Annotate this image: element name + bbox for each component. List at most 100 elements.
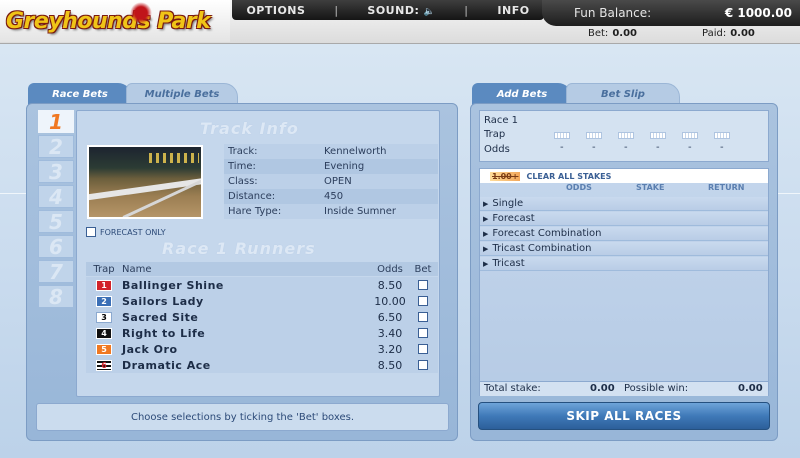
runner-odds: 3.20 bbox=[377, 342, 403, 356]
track-info-row: Class: OPEN bbox=[224, 174, 438, 189]
runner-name: Right to Life bbox=[122, 326, 206, 340]
tab-add-bets-label: Add Bets bbox=[496, 88, 548, 100]
speaker-icon: 🔈 bbox=[423, 6, 436, 17]
trap-2-icon: 2 bbox=[96, 295, 112, 307]
paid-summary: Paid: 0.00 bbox=[702, 28, 755, 39]
sound-toggle[interactable]: SOUND: 🔈 bbox=[367, 4, 435, 17]
expand-arrow-icon: ▶ bbox=[483, 259, 489, 268]
runner-bet-checkbox[interactable] bbox=[418, 360, 428, 370]
bet-type-label: Tricast bbox=[492, 258, 525, 269]
bet-type-label: Single bbox=[492, 198, 524, 209]
paid-value: 0.00 bbox=[730, 28, 755, 39]
runner-name: Ballinger Shine bbox=[122, 278, 224, 292]
runners-title: Race 1 Runners bbox=[162, 239, 316, 258]
paid-label: Paid: bbox=[702, 28, 727, 39]
track-info-key: Time: bbox=[228, 161, 256, 172]
bet-type-single[interactable]: ▶ Single bbox=[480, 197, 768, 211]
col-odds-header: ODDS bbox=[566, 183, 592, 192]
bet-types-area: 1.00+ CLEAR ALL STAKES ODDS STAKE RETURN… bbox=[479, 168, 769, 396]
col-return-header: RETURN bbox=[708, 183, 745, 192]
runner-bet-checkbox[interactable] bbox=[418, 296, 428, 306]
runner-row: 1 Ballinger Shine 8.50 bbox=[86, 277, 438, 293]
skip-all-races-button[interactable]: SKIP ALL RACES bbox=[478, 402, 770, 430]
trap-slot bbox=[618, 132, 634, 139]
runner-bet-checkbox[interactable] bbox=[418, 328, 428, 338]
stake-chip[interactable]: 1.00+ bbox=[490, 171, 521, 181]
track-info-key: Hare Type: bbox=[228, 206, 282, 217]
options-menu[interactable]: OPTIONS bbox=[246, 4, 305, 17]
race-number-5[interactable]: 5 bbox=[38, 210, 74, 234]
track-info-key: Distance: bbox=[228, 191, 276, 202]
race-number-3[interactable]: 3 bbox=[38, 160, 74, 184]
menu-bar: OPTIONS | SOUND: 🔈 | INFO bbox=[232, 0, 544, 20]
tab-multiple-bets[interactable]: Multiple Bets bbox=[126, 83, 238, 105]
runner-odds: 3.40 bbox=[377, 326, 403, 340]
runner-row: 4 Right to Life 3.40 bbox=[86, 325, 438, 341]
tab-bet-slip[interactable]: Bet Slip bbox=[566, 83, 680, 105]
forecast-only-option[interactable]: FORECAST ONLY bbox=[86, 227, 166, 237]
trap-slot bbox=[682, 132, 698, 139]
track-info-table: Track: Kennelworth Time: Evening Class: … bbox=[224, 144, 438, 219]
logo-text: Greyhounds Park bbox=[6, 8, 211, 34]
sound-label: SOUND: bbox=[367, 3, 420, 17]
race-label: Race 1 bbox=[484, 115, 519, 126]
fun-balance-amount: € 1000.00 bbox=[724, 6, 792, 20]
header-odds: Odds bbox=[377, 263, 403, 275]
bet-type-label: Forecast bbox=[492, 213, 535, 224]
top-bar: Greyhounds Park OPTIONS | SOUND: 🔈 | INF… bbox=[0, 0, 800, 44]
runner-name: Dramatic Ace bbox=[122, 358, 211, 372]
track-info-value: 450 bbox=[324, 191, 344, 202]
runner-odds: 10.00 bbox=[374, 294, 406, 308]
odds-slot: - bbox=[592, 142, 596, 153]
track-info-value: Evening bbox=[324, 161, 365, 172]
track-info-key: Class: bbox=[228, 176, 258, 187]
runners-header: Trap Name Odds Bet bbox=[86, 262, 438, 276]
runner-odds: 8.50 bbox=[377, 358, 403, 372]
info-menu[interactable]: INFO bbox=[497, 4, 529, 17]
track-info-value: OPEN bbox=[324, 176, 352, 187]
runner-bet-checkbox[interactable] bbox=[418, 312, 428, 322]
fun-balance: Fun Balance: € 1000.00 bbox=[542, 0, 800, 26]
track-info-title: Track Info bbox=[200, 119, 299, 138]
bet-type-tricast-combination[interactable]: ▶ Tricast Combination bbox=[480, 242, 768, 256]
trap-5-icon: 5 bbox=[96, 343, 112, 355]
runner-name: Sailors Lady bbox=[122, 294, 204, 308]
race-number-2[interactable]: 2 bbox=[38, 135, 74, 159]
race-number-7[interactable]: 7 bbox=[38, 260, 74, 284]
track-info-row: Time: Evening bbox=[224, 159, 438, 174]
logo: Greyhounds Park bbox=[0, 0, 230, 42]
track-photo bbox=[87, 145, 203, 219]
col-stake-header: STAKE bbox=[636, 183, 665, 192]
runner-name: Jack Oro bbox=[122, 342, 178, 356]
header-bet: Bet bbox=[414, 263, 432, 275]
possible-win-value: 0.00 bbox=[738, 383, 763, 394]
runner-bet-checkbox[interactable] bbox=[418, 280, 428, 290]
tab-race-bets-label: Race Bets bbox=[52, 88, 108, 100]
track-info-row: Distance: 450 bbox=[224, 189, 438, 204]
trap-slot bbox=[586, 132, 602, 139]
runner-row: 6 Dramatic Ace 8.50 bbox=[86, 357, 438, 373]
race-number-6[interactable]: 6 bbox=[38, 235, 74, 259]
runner-bet-checkbox[interactable] bbox=[418, 344, 428, 354]
stake-column-headers: ODDS STAKE RETURN bbox=[480, 183, 768, 195]
bet-type-tricast[interactable]: ▶ Tricast bbox=[480, 257, 768, 271]
header-name: Name bbox=[122, 263, 152, 275]
bet-type-forecast[interactable]: ▶ Forecast bbox=[480, 212, 768, 226]
tab-add-bets[interactable]: Add Bets bbox=[472, 83, 572, 105]
race-number-8[interactable]: 8 bbox=[38, 285, 74, 309]
totals-row: Total stake: 0.00 Possible win: 0.00 bbox=[480, 381, 768, 396]
clear-all-stakes-button[interactable]: CLEAR ALL STAKES bbox=[526, 172, 611, 181]
forecast-only-checkbox[interactable] bbox=[86, 227, 96, 237]
race-selection-box: Race 1 Trap Odds - - - - - - bbox=[479, 110, 769, 162]
runner-odds: 6.50 bbox=[377, 310, 403, 324]
menu-separator: | bbox=[464, 3, 469, 17]
race-number-4[interactable]: 4 bbox=[38, 185, 74, 209]
tab-race-bets[interactable]: Race Bets bbox=[28, 83, 132, 105]
expand-arrow-icon: ▶ bbox=[483, 244, 489, 253]
bet-type-forecast-combination[interactable]: ▶ Forecast Combination bbox=[480, 227, 768, 241]
odds-slot: - bbox=[560, 142, 564, 153]
stakes-row: 1.00+ CLEAR ALL STAKES bbox=[480, 169, 768, 183]
background-line bbox=[0, 193, 28, 194]
race-number-1[interactable]: 1 bbox=[38, 110, 74, 134]
track-info-value: Kennelworth bbox=[324, 146, 387, 157]
